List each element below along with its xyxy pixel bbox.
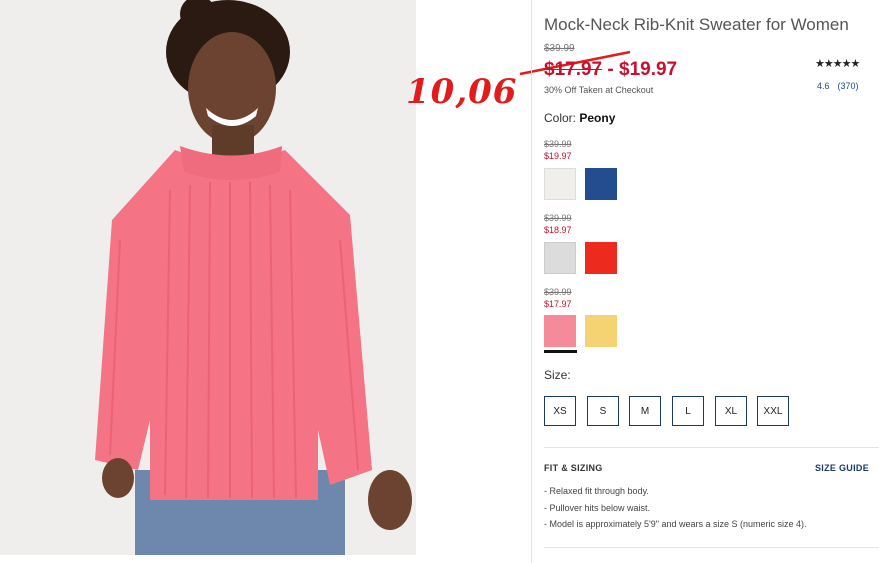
price-separator: - (602, 59, 620, 80)
swatch-white[interactable] (544, 168, 576, 200)
selected-color-name: Peony (579, 111, 616, 125)
fit-sizing-heading[interactable]: FIT & SIZING (544, 463, 603, 473)
original-price: $39.99 (544, 43, 575, 54)
list-item: Model is approximately 5'9" and wears a … (544, 519, 807, 536)
model-photo (0, 0, 416, 555)
group2-sale-price: $18.97 (544, 225, 572, 235)
sale-price-high: $19.97 (619, 59, 678, 80)
group3-sale-price: $17.97 (544, 299, 572, 309)
swatch-light-heather-gray[interactable] (544, 242, 576, 274)
size-button-s[interactable]: S (587, 396, 619, 426)
rating-value: 4.6 (817, 81, 830, 91)
sale-price-range: $17.97 - $19.97 (544, 59, 677, 81)
rating-summary[interactable]: 4.6 (370) (817, 81, 859, 91)
star-rating-icon[interactable]: ★★★★★ (815, 57, 860, 70)
size-button-xxl[interactable]: XXL (757, 396, 789, 426)
swatch-red[interactable] (585, 242, 617, 274)
size-button-l[interactable]: L (672, 396, 704, 426)
fit-details-list: Relaxed fit through body. Pullover hits … (544, 486, 807, 536)
size-button-m[interactable]: M (629, 396, 661, 426)
product-image[interactable] (0, 0, 416, 555)
section-divider (544, 447, 879, 448)
group1-sale-price: $19.97 (544, 151, 572, 161)
list-item: Relaxed fit through body. (544, 486, 807, 503)
review-count-link[interactable]: (370) (838, 81, 859, 91)
selected-swatch-indicator (544, 350, 577, 353)
sale-price-low: $17.97 (544, 59, 603, 80)
size-label: Size: (544, 368, 571, 382)
group2-original-price: $39.99 (544, 213, 572, 223)
group1-original-price: $39.99 (544, 139, 572, 149)
swatch-yellow[interactable] (585, 315, 617, 347)
group3-original-price: $39.99 (544, 287, 572, 297)
list-item: Pullover hits below waist. (544, 503, 807, 520)
size-guide-link[interactable]: SIZE GUIDE (815, 463, 869, 473)
swatch-peony-pink[interactable] (544, 315, 576, 347)
swatch-navy[interactable] (585, 168, 617, 200)
color-label: Color: Peony (544, 111, 616, 125)
promo-text: 30% Off Taken at Checkout (544, 85, 654, 95)
product-title: Mock-Neck Rib-Knit Sweater for Women (544, 15, 849, 34)
size-button-xl[interactable]: XL (715, 396, 747, 426)
section-divider (544, 547, 879, 548)
panel-divider (531, 0, 532, 563)
size-button-xs[interactable]: XS (544, 396, 576, 426)
handwritten-price-annotation: 10,06 (406, 72, 518, 112)
